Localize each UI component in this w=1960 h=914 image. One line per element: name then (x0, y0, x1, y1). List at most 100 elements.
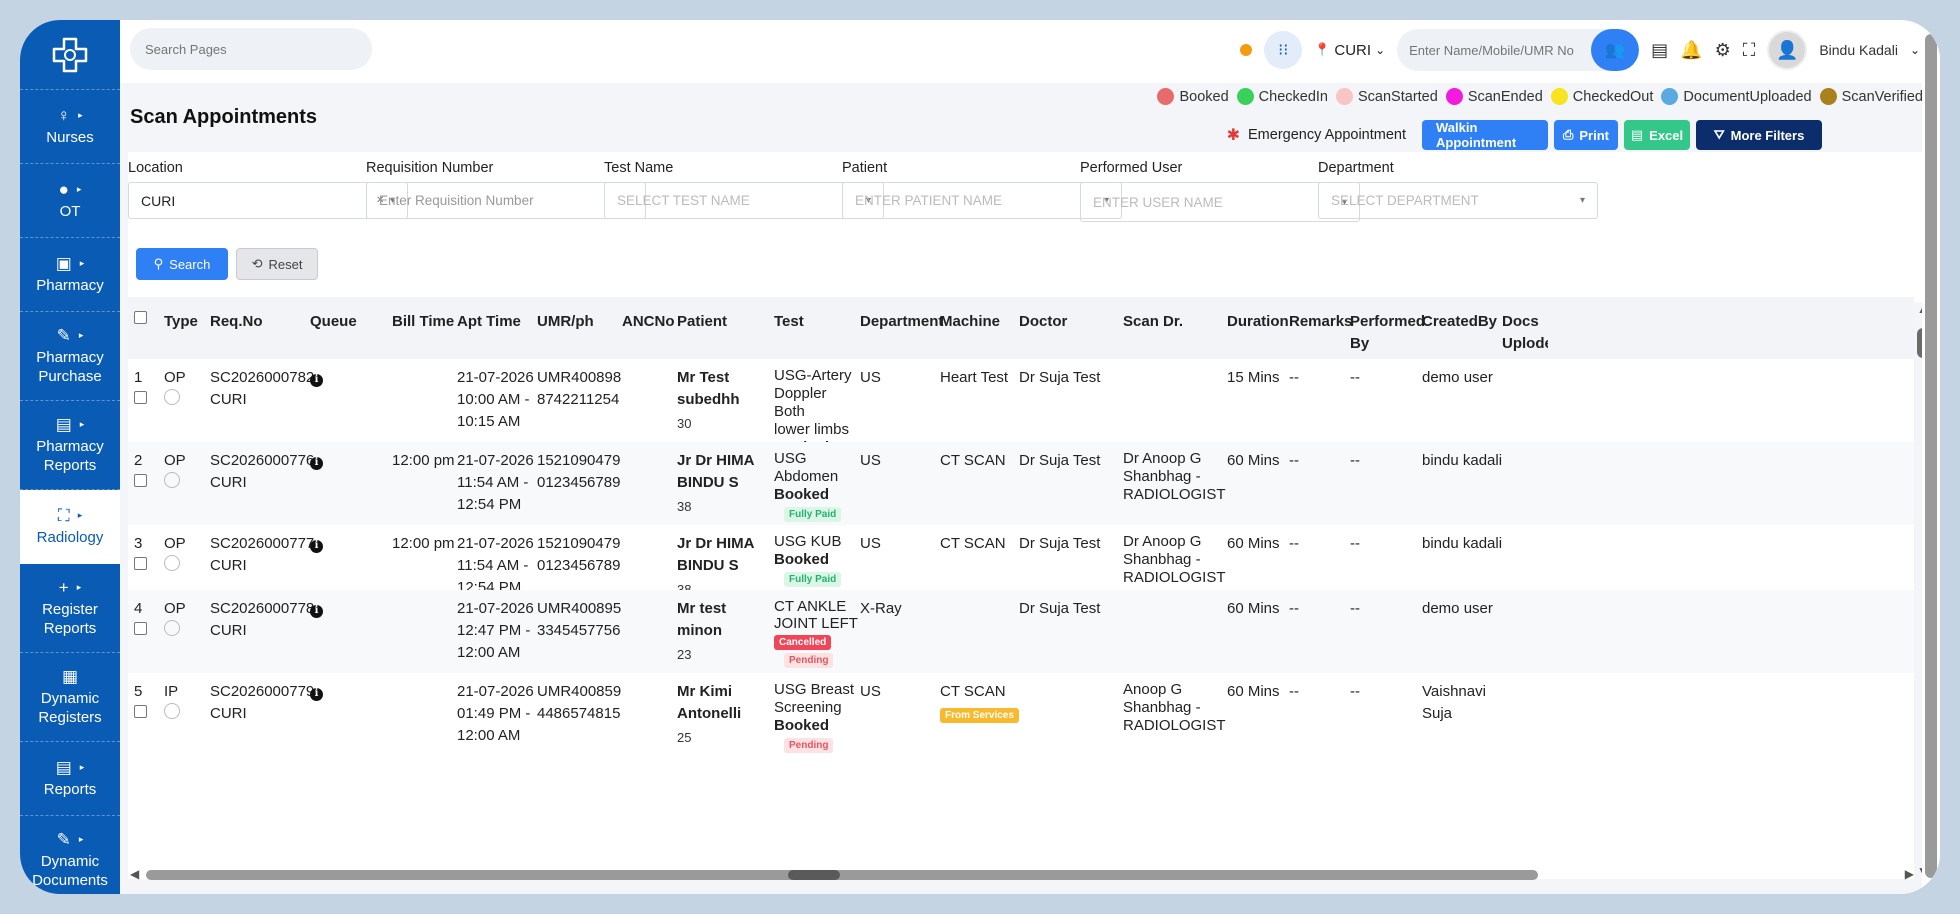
page-scrollbar[interactable] (1922, 20, 1940, 894)
cell-umr: UMR400859 (537, 683, 622, 700)
info-icon[interactable]: i (310, 539, 323, 553)
row-radio[interactable] (164, 555, 180, 571)
user-menu-chevron-icon[interactable]: ⌄ (1910, 43, 1920, 57)
fullscreen-icon[interactable]: ⛶ (1743, 40, 1756, 61)
cell-test-2: Screening (774, 699, 842, 716)
queue-icon[interactable]: ⁝⁝ (1264, 31, 1303, 69)
select-all-checkbox[interactable] (134, 309, 147, 331)
sidebar-item-label: Dynamic Registers (38, 690, 102, 726)
sidebar-item-reports[interactable]: ▤ ▸ Reports (20, 742, 120, 816)
department-select[interactable]: SELECT DEPARTMENT ▾ (1318, 182, 1598, 219)
top-bar: ⁝⁝ 📍 CURI ⌄ 👥 ▤ 🔔 ⚙ ⛶ 👤 Bindu Kadali (120, 20, 1940, 83)
search-button[interactable]: ⚲ Search (136, 248, 228, 280)
table-horizontal-scrollbar[interactable]: ◀ ▶ (128, 867, 1914, 882)
legend-label: DocumentUploaded (1683, 88, 1812, 105)
users-icon: 👥 (1605, 42, 1626, 59)
sidebar-item-radiology[interactable]: ⛶ ▸ Radiology (20, 490, 120, 564)
cell-machine: Heart Test (940, 369, 1009, 386)
bell-icon[interactable]: 🔔 (1680, 40, 1702, 61)
table-row[interactable]: 4 OP SC2026000778 CURI i 21-07-2026 12:47 PM -… (128, 590, 1914, 673)
avatar[interactable]: 👤 (1767, 30, 1808, 70)
reset-button[interactable]: ⟲ Reset (236, 248, 318, 280)
print-button[interactable]: ⎙ Print (1554, 120, 1618, 150)
cell-performed-by: -- (1350, 369, 1360, 386)
table-row[interactable]: 1 OP SC2026000782 CURI i 21-07-2026 10:00 AM -… (128, 359, 1914, 475)
cell-apt-from: 11:54 AM - (457, 474, 529, 491)
cell-bill-time: 12:00 pm (392, 535, 455, 552)
row-checkbox[interactable] (134, 391, 147, 404)
cell-doctor: Dr Suja Test (1019, 600, 1101, 617)
sidebar-item-nurses[interactable]: ♀ ▸ Nurses (20, 90, 120, 164)
more-filters-button[interactable]: ⛛ More Filters (1696, 120, 1822, 150)
table-row[interactable]: 2 OP SC2026000776 CURI i 12:00 pm 21-07-2026 11… (128, 442, 1914, 525)
legend-label: Booked (1179, 88, 1229, 105)
location-selector[interactable]: 📍 CURI ⌄ (1314, 42, 1385, 59)
cell-duration: 60 Mins (1227, 600, 1280, 617)
th-docs-upload: Docs Uplode (1502, 313, 1548, 352)
sidebar-item-dynamic-registers[interactable]: ▦ Dynamic Registers (20, 653, 120, 742)
row-radio[interactable] (164, 620, 180, 636)
settings-network-icon[interactable]: ⚙ (1715, 40, 1731, 61)
th-duration: Duration (1227, 313, 1289, 330)
cell-remarks: -- (1289, 452, 1299, 469)
horizontal-scroll-grip[interactable] (788, 870, 840, 880)
sidebar-item-label: Nurses (46, 129, 94, 146)
appointments-table: Type Req.No Queue Bill Time Apt Time UMR… (128, 297, 1914, 879)
scroll-left-icon[interactable]: ◀ (130, 867, 139, 881)
row-radio[interactable] (164, 703, 180, 719)
cell-scan-dr-2: Shanbhag - (1123, 468, 1201, 485)
user-icon: ● ▸ (58, 180, 82, 199)
horizontal-scroll-thumb[interactable] (146, 870, 1538, 880)
sidebar-item-dynamic-documents[interactable]: ✎ ▸ Dynamic Documents (20, 816, 120, 894)
edit-icon: ✎ ▸ (56, 326, 84, 345)
cell-location: CURI (210, 391, 247, 408)
cell-patient-age: 30 (677, 416, 692, 431)
page-scroll-thumb[interactable] (1925, 34, 1937, 878)
notification-dot (1240, 44, 1253, 56)
row-checkbox[interactable] (134, 557, 147, 570)
row-number: 3 (134, 535, 143, 552)
reset-label: Reset (268, 256, 303, 272)
user-name[interactable]: Bindu Kadali (1819, 42, 1898, 58)
row-radio[interactable] (164, 389, 180, 405)
legend-item-checkedout: CheckedOut (1550, 88, 1653, 105)
document-icon[interactable]: ▤ (1651, 40, 1668, 61)
info-icon[interactable]: i (310, 687, 323, 701)
row-radio[interactable] (164, 472, 180, 488)
cell-department: US (860, 452, 881, 469)
page-title: Scan Appointments (130, 106, 318, 128)
cell-apt-to: 12:00 AM (457, 727, 521, 744)
cell-scan-dr-2: Shanbhag - (1123, 551, 1201, 568)
info-icon[interactable]: i (310, 604, 323, 618)
sidebar-item-pharmacy-reports[interactable]: ▤ ▸ Pharmacy Reports (20, 401, 120, 490)
table-row[interactable]: 5 IP SC2026000779 CURI i 21-07-2026 01:49 PM -… (128, 673, 1914, 763)
sidebar-item-pharmacy[interactable]: ▣ ▸ Pharmacy (20, 238, 120, 312)
department-filter-label: Department (1318, 160, 1394, 176)
cell-reqno: SC2026000778 (210, 600, 315, 617)
umr-search-input[interactable] (1397, 29, 1588, 71)
search-pages-input[interactable] (130, 28, 372, 70)
scroll-right-icon[interactable]: ▶ (1905, 867, 1914, 881)
test-name-placeholder: SELECT TEST NAME (617, 193, 750, 208)
row-checkbox[interactable] (134, 474, 147, 487)
info-icon[interactable]: i (310, 456, 323, 470)
sidebar-item-label: Pharmacy Purchase (36, 349, 104, 385)
excel-button[interactable]: ▤ Excel (1624, 120, 1690, 150)
cell-performed-by: -- (1350, 535, 1360, 552)
info-icon[interactable]: i (310, 373, 323, 387)
sidebar-item-register-reports[interactable]: + ▸ Register Reports (20, 564, 120, 653)
cell-test: USG Breast (774, 681, 855, 698)
row-checkbox[interactable] (134, 622, 147, 635)
th-doctor: Doctor (1019, 313, 1068, 330)
patient-search-button[interactable]: 👥 (1591, 29, 1640, 71)
th-apt-time: Apt Time (457, 313, 521, 330)
table-row[interactable]: 3 OP SC2026000777 CURI i 12:00 pm 21-07-2026 11… (128, 525, 1914, 597)
sidebar-item-pharmacy-purchase[interactable]: ✎ ▸ Pharmacy Purchase (20, 312, 120, 401)
cell-machine: CT SCAN (940, 683, 1006, 700)
walkin-appointment-button[interactable]: Walkin Appointment (1422, 120, 1548, 150)
sidebar-item-ot[interactable]: ● ▸ OT (20, 164, 120, 238)
store-icon: ▣ ▸ (55, 254, 85, 273)
app-logo[interactable] (20, 20, 120, 90)
legend-swatch (1550, 88, 1568, 105)
row-checkbox[interactable] (134, 705, 147, 718)
